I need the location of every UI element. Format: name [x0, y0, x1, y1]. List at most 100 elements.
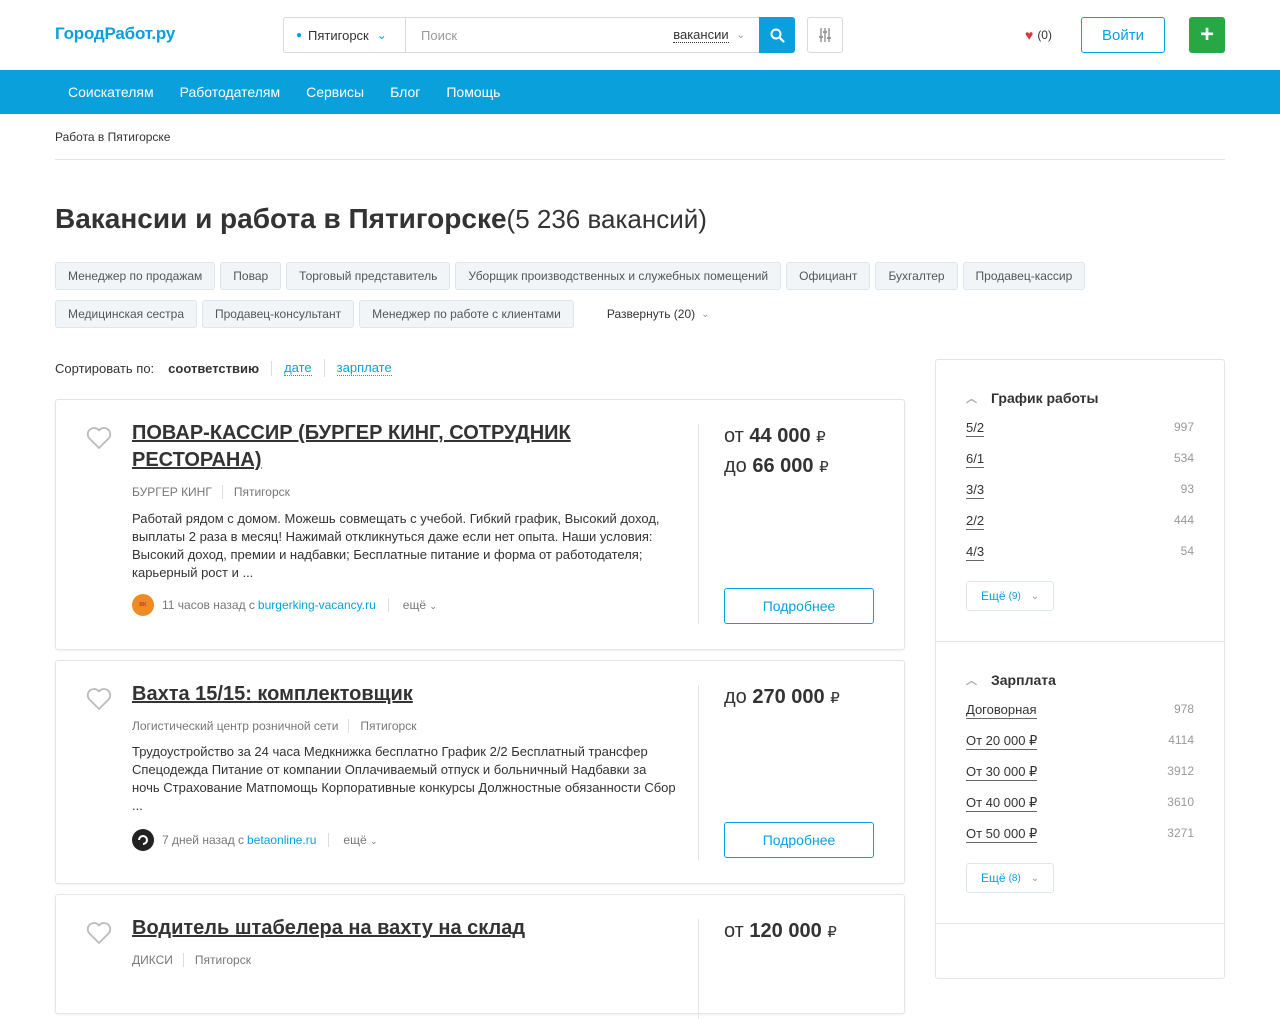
filter-option[interactable]: 6/1 534	[966, 451, 1194, 482]
filter-option-count: 444	[1173, 513, 1194, 527]
source-link[interactable]: betaonline.ru	[247, 833, 316, 847]
divider	[323, 359, 325, 377]
filter-option[interactable]: 4/3 54	[966, 544, 1194, 575]
nav-item-seekers[interactable]: Соискателям	[55, 84, 167, 100]
nav-item-services[interactable]: Сервисы	[293, 84, 377, 100]
details-button[interactable]: Подробнее	[724, 588, 874, 624]
sort-bar: Сортировать по: соответствию дате зарпла…	[55, 359, 404, 377]
tag-row: Медицинская сестра Продавец-консультант …	[55, 300, 1225, 328]
page-title-text: Вакансии и работа в Пятигорске	[55, 203, 507, 234]
location-pin-icon: ●	[296, 29, 303, 41]
filter-header[interactable]: ︿ Зарплата	[966, 672, 1194, 688]
chevron-down-icon: ⌄	[1030, 872, 1040, 884]
favorites-link[interactable]: ♥ (0)	[1025, 27, 1052, 43]
salary: от 44 000 ₽ до 66 000 ₽	[724, 422, 829, 482]
company-name: Логистический центр розничной сети	[132, 719, 350, 733]
search-icon	[770, 28, 785, 43]
job-description: Работай рядом с домом. Можешь совмещать …	[132, 511, 660, 580]
sort-option-date[interactable]: дате	[284, 360, 312, 376]
site-logo[interactable]: ГородРабот.ру	[55, 24, 175, 44]
currency-sign: ₽	[816, 429, 826, 446]
filter-option-label: От 50 000 ₽	[966, 826, 1038, 843]
more-toggle[interactable]: ещё ⌄	[387, 598, 437, 612]
filter-header[interactable]: ︿ График работы	[966, 390, 1194, 406]
job-title[interactable]: ПОВАР-КАССИР (БУРГЕР КИНГ, СОТРУДНИК РЕС…	[132, 420, 652, 474]
login-button[interactable]: Войти	[1081, 17, 1165, 53]
currency-sign: ₽	[827, 924, 837, 941]
tag-item[interactable]: Официант	[786, 262, 871, 290]
currency-sign: ₽	[819, 459, 829, 476]
currency-sign: ₽	[830, 690, 840, 707]
sort-option-salary[interactable]: зарплате	[336, 360, 392, 376]
show-more-button[interactable]: Ещё (8) ⌄	[966, 863, 1055, 893]
show-more-button[interactable]: Ещё (9) ⌄	[966, 581, 1055, 611]
job-description: Трудоустройство за 24 часа Медкнижка бес…	[132, 744, 676, 813]
filter-option[interactable]: 3/3 93	[966, 482, 1194, 513]
filters-sidebar: ︿ График работы 5/2 997 6/1 534 3/3 93 2/2 4…	[935, 359, 1225, 979]
nav-item-help[interactable]: Помощь	[433, 84, 513, 100]
more-label: ещё	[402, 598, 426, 612]
job-city: Пятигорск	[360, 719, 417, 733]
search-input[interactable]: Поиск вакансии ⌄	[406, 18, 759, 52]
tag-item[interactable]: Повар	[220, 262, 282, 290]
search-button[interactable]	[759, 17, 795, 53]
filter-option-count: 54	[1180, 544, 1194, 558]
sliders-icon	[819, 28, 831, 42]
filter-option[interactable]: Договорная 978	[966, 702, 1194, 733]
job-title[interactable]: Вахта 15/15: комплектовщик	[132, 681, 652, 708]
filter-option-count: 534	[1173, 451, 1194, 465]
nav-item-blog[interactable]: Блог	[377, 84, 433, 100]
tag-item[interactable]: Менеджер по работе с клиентами	[359, 300, 574, 328]
filter-option[interactable]: 2/2 444	[966, 513, 1194, 544]
tag-item[interactable]: Менеджер по продажам	[55, 262, 216, 290]
job-meta: ДИКСИ Пятигорск	[132, 953, 251, 967]
sort-option-relevance[interactable]: соответствию	[168, 360, 273, 376]
tag-item[interactable]: Продавец-кассир	[962, 262, 1086, 290]
chevron-down-icon: ⌄	[370, 836, 378, 846]
expand-label: Развернуть (20)	[606, 307, 696, 321]
company-name: БУРГЕР КИНГ	[132, 485, 223, 499]
favorite-heart-icon[interactable]	[86, 687, 112, 711]
salary-from-label: от	[724, 425, 744, 447]
filter-option-label: От 20 000 ₽	[966, 733, 1038, 750]
chevron-down-icon: ⌄	[376, 28, 387, 42]
salary: до 270 000 ₽	[724, 683, 840, 713]
filter-option[interactable]: 5/2 997	[966, 420, 1194, 451]
filter-option[interactable]: От 40 000 ₽ 3610	[966, 795, 1194, 826]
sort-label: Сортировать по:	[55, 360, 155, 376]
city-selector[interactable]: ● Пятигорск ⌄	[284, 18, 406, 52]
favorite-heart-icon[interactable]	[86, 921, 112, 945]
salary-to-label: до	[724, 455, 747, 477]
show-more-label: Ещё	[981, 871, 1006, 885]
tag-item[interactable]: Продавец-консультант	[202, 300, 355, 328]
source-link[interactable]: burgerking-vacancy.ru	[258, 598, 376, 612]
expand-tags-button[interactable]: Развернуть (20) ⌄	[579, 300, 720, 328]
tag-item[interactable]: Медицинская сестра	[55, 300, 197, 328]
filters-button[interactable]	[807, 17, 843, 53]
favorite-heart-icon[interactable]	[86, 426, 112, 450]
job-title[interactable]: Водитель штабелера на вахту на склад	[132, 915, 652, 942]
job-city: Пятигорск	[194, 953, 251, 967]
filter-option[interactable]: От 30 000 ₽ 3912	[966, 764, 1194, 795]
more-toggle[interactable]: ещё ⌄	[328, 833, 378, 847]
chevron-down-icon: ⌄	[429, 601, 437, 611]
breadcrumb[interactable]: Работа в Пятигорске	[55, 130, 1225, 160]
filter-option-label: 6/1	[966, 451, 985, 468]
tag-item[interactable]: Торговый представитель	[286, 262, 451, 290]
search-type-select[interactable]: вакансии ⌄	[673, 27, 745, 43]
filter-option[interactable]: От 50 000 ₽ 3271	[966, 826, 1194, 857]
show-more-count: (8)	[1008, 872, 1021, 884]
filter-option-label: Договорная	[966, 702, 1037, 719]
tag-item[interactable]: Бухгалтер	[875, 262, 958, 290]
filter-option[interactable]: От 20 000 ₽ 4114	[966, 733, 1194, 764]
filter-option-label: 5/2	[966, 420, 985, 437]
salary-from-value: 120 000	[749, 920, 822, 942]
salary-to-label: до	[724, 686, 747, 708]
chevron-down-icon: ⌄	[1030, 590, 1040, 602]
add-button[interactable]: +	[1189, 17, 1225, 53]
details-button[interactable]: Подробнее	[724, 822, 874, 858]
tag-item[interactable]: Уборщик производственных и служебных пом…	[455, 262, 782, 290]
filter-option-label: 2/2	[966, 513, 985, 530]
nav-item-employers[interactable]: Работодателям	[167, 84, 294, 100]
filter-option-label: 4/3	[966, 544, 985, 561]
